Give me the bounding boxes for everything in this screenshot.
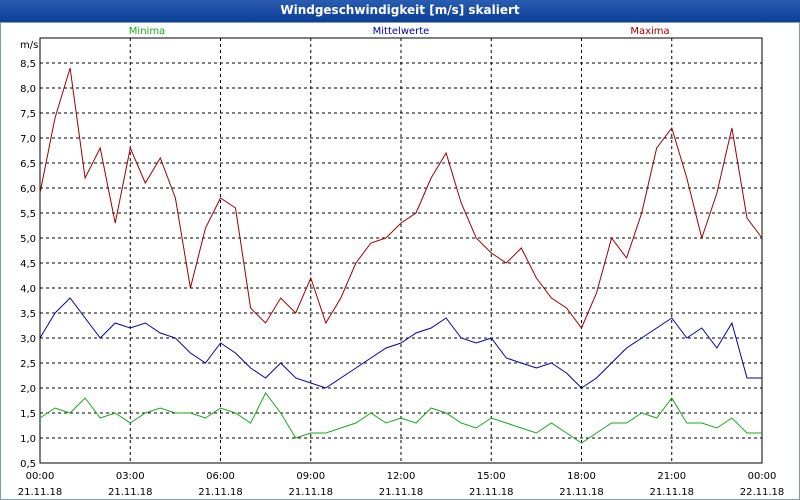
y-tick-label: 6,5 bbox=[20, 159, 36, 170]
y-tick-label: 1,0 bbox=[20, 434, 36, 445]
x-tick-date: 21.11.18 bbox=[18, 487, 63, 498]
x-tick-time: 00:00 bbox=[748, 471, 777, 482]
y-axis-unit-label: m/s bbox=[20, 40, 38, 51]
x-tick-date: 21.11.18 bbox=[559, 487, 604, 498]
legend-item-mittelwerte: Mittelwerte bbox=[373, 26, 430, 37]
y-axis-ticks: 0,5 1,0 1,5 2,0 2,5 3,0 3,5 4,0 4,5 5,0 5,5 6,0 6,5 7… bbox=[20, 59, 36, 470]
legend-item-minima: Minima bbox=[129, 26, 165, 37]
y-tick-label: 3,5 bbox=[20, 309, 36, 320]
series-line-maxima bbox=[39, 67, 763, 329]
x-tick-time: 03:00 bbox=[116, 471, 145, 482]
x-tick-time: 06:00 bbox=[206, 471, 235, 482]
y-tick-label: 8,0 bbox=[20, 84, 36, 95]
x-tick-time: 09:00 bbox=[296, 471, 325, 482]
x-tick-date: 21.11.18 bbox=[288, 487, 333, 498]
x-tick-date: 22.11.18 bbox=[740, 487, 785, 498]
y-tick-label: 2,5 bbox=[20, 359, 36, 370]
title-bar: Windgeschwindigkeit [m/s] skaliert bbox=[0, 0, 800, 23]
y-tick-label: 7,5 bbox=[20, 109, 36, 120]
x-tick-date: 21.11.18 bbox=[649, 487, 694, 498]
window-title: Windgeschwindigkeit [m/s] skaliert bbox=[280, 3, 520, 17]
x-tick-date: 21.11.18 bbox=[198, 487, 243, 498]
x-tick-date: 21.11.18 bbox=[469, 487, 514, 498]
x-axis-ticks: 00:00 21.11.18 03:00 21.11.18 06:00 21.11.18 0… bbox=[18, 471, 785, 498]
x-tick-time: 21:00 bbox=[657, 471, 686, 482]
y-tick-label: 6,0 bbox=[20, 184, 36, 195]
x-tick-time: 18:00 bbox=[567, 471, 596, 482]
x-tick-date: 21.11.18 bbox=[379, 487, 424, 498]
y-tick-label: 8,5 bbox=[20, 59, 36, 70]
y-tick-label: 7,0 bbox=[20, 134, 36, 145]
y-tick-label: 5,5 bbox=[20, 209, 36, 220]
x-tick-time: 15:00 bbox=[477, 471, 506, 482]
grid bbox=[40, 38, 762, 464]
y-tick-label: 3,0 bbox=[20, 334, 36, 345]
legend: Minima Mittelwerte Maxima bbox=[129, 26, 670, 37]
x-tick-date: 21.11.18 bbox=[108, 487, 153, 498]
wind-speed-chart: m/s 0,5 1,0 1,5 2,0 2,5 3,0 3,5 4,0 4,5 5,0 5,5 6,0… bbox=[18, 26, 785, 498]
x-tick-time: 12:00 bbox=[387, 471, 416, 482]
legend-item-maxima: Maxima bbox=[630, 26, 669, 37]
x-tick-time: 00:00 bbox=[26, 471, 55, 482]
y-tick-label: 2,0 bbox=[20, 384, 36, 395]
y-tick-label: 5,0 bbox=[20, 234, 36, 245]
y-tick-label: 4,0 bbox=[20, 284, 36, 295]
y-tick-label: 1,5 bbox=[20, 409, 36, 420]
y-tick-label: 0,5 bbox=[20, 459, 36, 470]
y-tick-label: 4,5 bbox=[20, 259, 36, 270]
